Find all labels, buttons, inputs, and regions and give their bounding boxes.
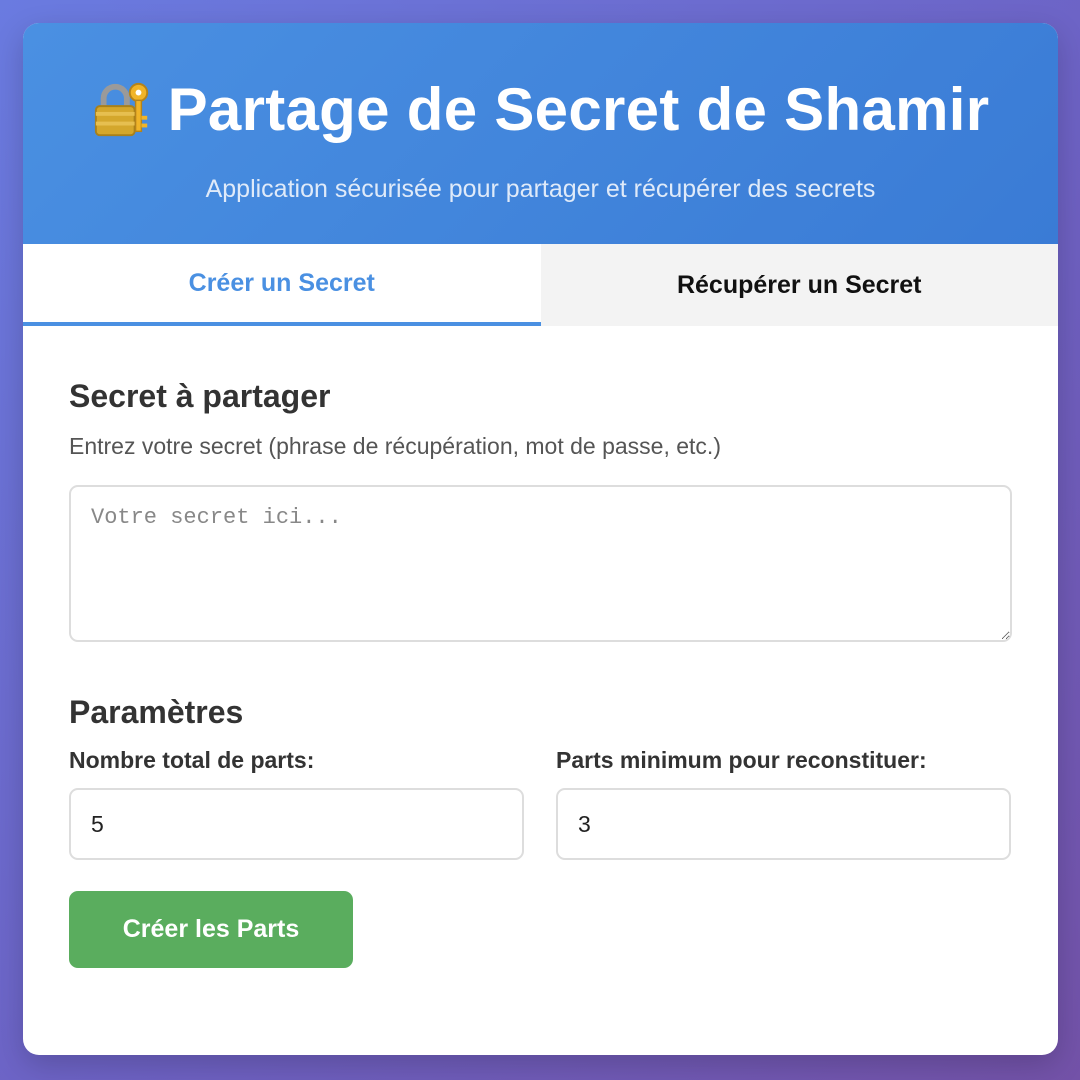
app-card: Partage de Secret de Shamir Application … <box>23 23 1058 1055</box>
page-subtitle: Application sécurisée pour partager et r… <box>205 175 876 203</box>
params-row: Nombre total de parts: Parts minimum pou… <box>69 747 1012 860</box>
create-panel: Secret à partager Entrez votre secret (p… <box>23 326 1058 968</box>
page-title: Partage de Secret de Shamir <box>167 76 990 143</box>
tab-recover-secret[interactable]: Récupérer un Secret <box>540 244 1058 326</box>
secret-help-text: Entrez votre secret (phrase de récupérat… <box>69 433 721 459</box>
lock-with-key-icon <box>92 79 154 141</box>
total-shares-field: Nombre total de parts: <box>69 747 524 860</box>
threshold-input[interactable] <box>556 788 1011 860</box>
secret-section-title: Secret à partager <box>69 378 331 414</box>
threshold-field: Parts minimum pour reconstituer: <box>556 747 1011 860</box>
total-shares-input[interactable] <box>69 788 524 860</box>
threshold-label: Parts minimum pour reconstituer: <box>556 747 927 773</box>
app-header: Partage de Secret de Shamir Application … <box>23 23 1058 244</box>
title-row: Partage de Secret de Shamir <box>23 75 1058 145</box>
secret-input[interactable] <box>69 485 1012 642</box>
params-section-title: Paramètres <box>69 694 244 730</box>
tab-create-secret[interactable]: Créer un Secret <box>23 244 541 326</box>
tab-bar: Créer un Secret Récupérer un Secret <box>23 244 1058 326</box>
create-shares-button[interactable]: Créer les Parts <box>69 891 353 968</box>
total-shares-label: Nombre total de parts: <box>69 747 315 773</box>
